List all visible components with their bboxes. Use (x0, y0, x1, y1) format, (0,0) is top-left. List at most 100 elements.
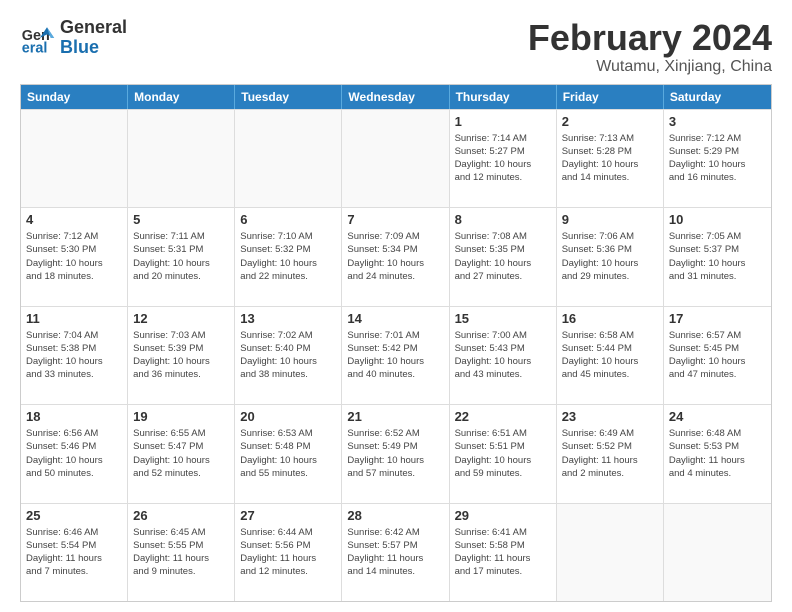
day-info: Sunrise: 7:02 AM Sunset: 5:40 PM Dayligh… (240, 329, 336, 382)
calendar-header-tuesday: Tuesday (235, 85, 342, 109)
calendar-cell (664, 504, 771, 601)
day-number: 1 (455, 114, 551, 129)
day-number: 13 (240, 311, 336, 326)
day-number: 16 (562, 311, 658, 326)
day-info: Sunrise: 7:04 AM Sunset: 5:38 PM Dayligh… (26, 329, 122, 382)
calendar-header-sunday: Sunday (21, 85, 128, 109)
day-info: Sunrise: 6:51 AM Sunset: 5:51 PM Dayligh… (455, 427, 551, 480)
calendar: SundayMondayTuesdayWednesdayThursdayFrid… (20, 84, 772, 602)
day-number: 5 (133, 212, 229, 227)
sub-title: Wutamu, Xinjiang, China (528, 58, 772, 76)
day-info: Sunrise: 6:58 AM Sunset: 5:44 PM Dayligh… (562, 329, 658, 382)
day-number: 21 (347, 409, 443, 424)
title-block: February 2024 Wutamu, Xinjiang, China (528, 18, 772, 76)
day-info: Sunrise: 7:01 AM Sunset: 5:42 PM Dayligh… (347, 329, 443, 382)
calendar-cell: 5 Sunrise: 7:11 AM Sunset: 5:31 PM Daylig… (128, 208, 235, 305)
calendar-cell: 7 Sunrise: 7:09 AM Sunset: 5:34 PM Daylig… (342, 208, 449, 305)
day-number: 12 (133, 311, 229, 326)
day-number: 29 (455, 508, 551, 523)
day-number: 28 (347, 508, 443, 523)
day-number: 17 (669, 311, 766, 326)
calendar-row-3: 11Sunrise: 7:04 AM Sunset: 5:38 PM Dayli… (21, 306, 771, 404)
logo-text: General Blue (60, 18, 127, 58)
calendar-cell: 23Sunrise: 6:49 AM Sunset: 5:52 PM Dayli… (557, 405, 664, 502)
calendar-cell: 24 Sunrise: 6:48 AM Sunset: 5:53 PM Dayli… (664, 405, 771, 502)
calendar-cell: 20Sunrise: 6:53 AM Sunset: 5:48 PM Dayli… (235, 405, 342, 502)
day-number: 8 (455, 212, 551, 227)
calendar-cell: 11Sunrise: 7:04 AM Sunset: 5:38 PM Dayli… (21, 307, 128, 404)
day-info: Sunrise: 7:13 AM Sunset: 5:28 PM Dayligh… (562, 132, 658, 185)
day-info: Sunrise: 6:52 AM Sunset: 5:49 PM Dayligh… (347, 427, 443, 480)
day-number: 22 (455, 409, 551, 424)
calendar-header-wednesday: Wednesday (342, 85, 449, 109)
day-info: Sunrise: 7:11 AM Sunset: 5:31 PM Dayligh… (133, 230, 229, 283)
day-number: 24 (669, 409, 766, 424)
day-number: 19 (133, 409, 229, 424)
day-number: 7 (347, 212, 443, 227)
calendar-cell: 8 Sunrise: 7:08 AM Sunset: 5:35 PM Daylig… (450, 208, 557, 305)
day-info: Sunrise: 6:44 AM Sunset: 5:56 PM Dayligh… (240, 526, 336, 579)
calendar-cell: 21 Sunrise: 6:52 AM Sunset: 5:49 PM Dayli… (342, 405, 449, 502)
day-info: Sunrise: 7:09 AM Sunset: 5:34 PM Dayligh… (347, 230, 443, 283)
day-number: 23 (562, 409, 658, 424)
calendar-row-4: 18Sunrise: 6:56 AM Sunset: 5:46 PM Dayli… (21, 404, 771, 502)
calendar-cell: 13 Sunrise: 7:02 AM Sunset: 5:40 PM Dayli… (235, 307, 342, 404)
day-info: Sunrise: 6:48 AM Sunset: 5:53 PM Dayligh… (669, 427, 766, 480)
day-info: Sunrise: 6:55 AM Sunset: 5:47 PM Dayligh… (133, 427, 229, 480)
day-number: 10 (669, 212, 766, 227)
calendar-row-1: 1 Sunrise: 7:14 AM Sunset: 5:27 PM Daylig… (21, 109, 771, 207)
page-header: Gen eral General Blue February 2024 Wuta… (20, 18, 772, 76)
day-number: 2 (562, 114, 658, 129)
calendar-body: 1 Sunrise: 7:14 AM Sunset: 5:27 PM Daylig… (21, 109, 771, 601)
calendar-cell: 17 Sunrise: 6:57 AM Sunset: 5:45 PM Dayli… (664, 307, 771, 404)
day-info: Sunrise: 6:45 AM Sunset: 5:55 PM Dayligh… (133, 526, 229, 579)
day-info: Sunrise: 7:12 AM Sunset: 5:30 PM Dayligh… (26, 230, 122, 283)
calendar-cell: 19 Sunrise: 6:55 AM Sunset: 5:47 PM Dayli… (128, 405, 235, 502)
calendar-cell: 22 Sunrise: 6:51 AM Sunset: 5:51 PM Dayli… (450, 405, 557, 502)
calendar-cell: 15 Sunrise: 7:00 AM Sunset: 5:43 PM Dayli… (450, 307, 557, 404)
calendar-cell: 6 Sunrise: 7:10 AM Sunset: 5:32 PM Daylig… (235, 208, 342, 305)
day-number: 14 (347, 311, 443, 326)
calendar-cell: 12Sunrise: 7:03 AM Sunset: 5:39 PM Dayli… (128, 307, 235, 404)
day-info: Sunrise: 7:10 AM Sunset: 5:32 PM Dayligh… (240, 230, 336, 283)
day-info: Sunrise: 7:12 AM Sunset: 5:29 PM Dayligh… (669, 132, 766, 185)
day-number: 4 (26, 212, 122, 227)
day-number: 9 (562, 212, 658, 227)
calendar-cell: 26 Sunrise: 6:45 AM Sunset: 5:55 PM Dayli… (128, 504, 235, 601)
calendar-cell (557, 504, 664, 601)
logo: Gen eral General Blue (20, 18, 127, 58)
calendar-cell: 18Sunrise: 6:56 AM Sunset: 5:46 PM Dayli… (21, 405, 128, 502)
calendar-cell (235, 110, 342, 207)
day-number: 15 (455, 311, 551, 326)
day-info: Sunrise: 7:06 AM Sunset: 5:36 PM Dayligh… (562, 230, 658, 283)
day-info: Sunrise: 6:41 AM Sunset: 5:58 PM Dayligh… (455, 526, 551, 579)
day-info: Sunrise: 6:46 AM Sunset: 5:54 PM Dayligh… (26, 526, 122, 579)
day-number: 27 (240, 508, 336, 523)
calendar-cell: 1 Sunrise: 7:14 AM Sunset: 5:27 PM Daylig… (450, 110, 557, 207)
day-number: 3 (669, 114, 766, 129)
day-number: 26 (133, 508, 229, 523)
calendar-cell (342, 110, 449, 207)
calendar-cell: 10Sunrise: 7:05 AM Sunset: 5:37 PM Dayli… (664, 208, 771, 305)
day-info: Sunrise: 6:53 AM Sunset: 5:48 PM Dayligh… (240, 427, 336, 480)
day-info: Sunrise: 6:56 AM Sunset: 5:46 PM Dayligh… (26, 427, 122, 480)
calendar-cell: 14 Sunrise: 7:01 AM Sunset: 5:42 PM Dayli… (342, 307, 449, 404)
day-info: Sunrise: 7:08 AM Sunset: 5:35 PM Dayligh… (455, 230, 551, 283)
calendar-row-5: 25 Sunrise: 6:46 AM Sunset: 5:54 PM Dayli… (21, 503, 771, 601)
calendar-header-friday: Friday (557, 85, 664, 109)
day-number: 25 (26, 508, 122, 523)
day-info: Sunrise: 6:57 AM Sunset: 5:45 PM Dayligh… (669, 329, 766, 382)
day-info: Sunrise: 7:00 AM Sunset: 5:43 PM Dayligh… (455, 329, 551, 382)
calendar-row-2: 4 Sunrise: 7:12 AM Sunset: 5:30 PM Daylig… (21, 207, 771, 305)
svg-text:eral: eral (22, 40, 48, 56)
day-info: Sunrise: 6:42 AM Sunset: 5:57 PM Dayligh… (347, 526, 443, 579)
calendar-cell: 3 Sunrise: 7:12 AM Sunset: 5:29 PM Daylig… (664, 110, 771, 207)
calendar-cell: 9 Sunrise: 7:06 AM Sunset: 5:36 PM Daylig… (557, 208, 664, 305)
calendar-cell (21, 110, 128, 207)
calendar-cell: 28 Sunrise: 6:42 AM Sunset: 5:57 PM Dayli… (342, 504, 449, 601)
day-info: Sunrise: 7:14 AM Sunset: 5:27 PM Dayligh… (455, 132, 551, 185)
calendar-header-thursday: Thursday (450, 85, 557, 109)
calendar-header: SundayMondayTuesdayWednesdayThursdayFrid… (21, 85, 771, 109)
day-number: 6 (240, 212, 336, 227)
calendar-header-monday: Monday (128, 85, 235, 109)
